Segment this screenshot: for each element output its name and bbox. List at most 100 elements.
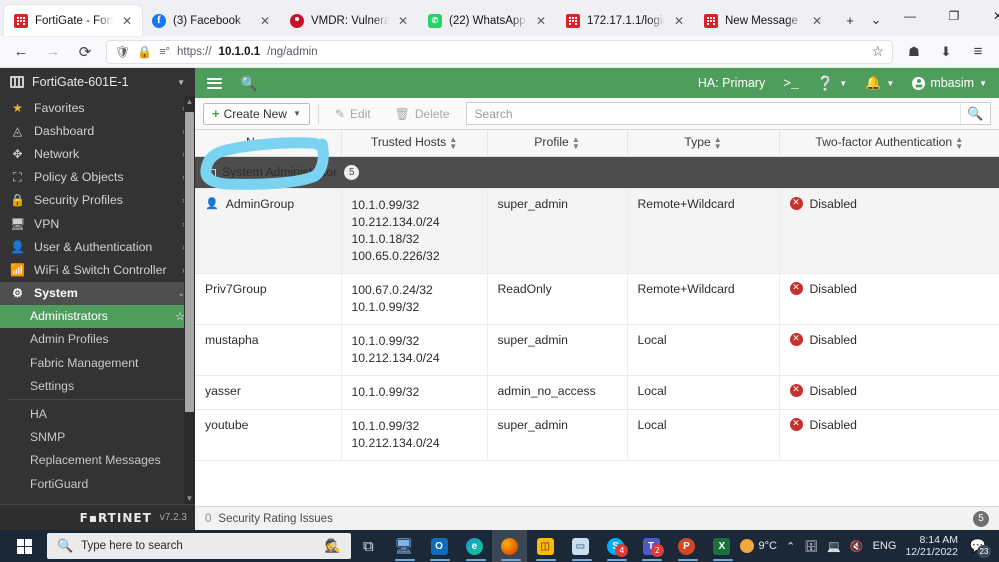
- sidebar-item-dashboard[interactable]: ◬ Dashboard ›: [0, 119, 195, 142]
- search-input[interactable]: [467, 103, 960, 124]
- hamburger-icon[interactable]: [207, 78, 222, 89]
- new-tab-button[interactable]: +: [838, 8, 862, 32]
- lock-warning-icon[interactable]: 🔒: [137, 45, 152, 59]
- close-icon[interactable]: ✕: [534, 15, 548, 27]
- cell-name[interactable]: youtube: [195, 409, 341, 460]
- column-header-trusted-hosts[interactable]: Trusted Hosts▲▼: [341, 130, 487, 156]
- delete-button[interactable]: 🗑 Delete: [387, 103, 458, 125]
- table-row[interactable]: mustapha 10.1.0.99/32 10.212.134.0/24 su…: [195, 324, 999, 375]
- tray-expand-icon[interactable]: ⌃: [786, 540, 795, 553]
- cli-console-icon[interactable]: >_: [783, 76, 799, 91]
- browser-tab-0[interactable]: FortiGate - FortiGate-601E-1 ✕: [4, 5, 142, 36]
- help-icon[interactable]: ❔▼: [817, 75, 847, 92]
- cell-name[interactable]: mustapha: [195, 324, 341, 375]
- table-row[interactable]: Priv7Group 100.67.0.24/32 10.1.0.99/32 R…: [195, 273, 999, 324]
- table-row[interactable]: youtube 10.1.0.99/32 10.212.134.0/24 sup…: [195, 409, 999, 460]
- column-header-profile[interactable]: Profile▲▼: [487, 130, 627, 156]
- sort-icon[interactable]: ▲▼: [449, 136, 457, 150]
- collapse-icon[interactable]: −: [205, 169, 216, 180]
- volume-muted-icon[interactable]: 🔇: [850, 540, 864, 553]
- sidebar-item-wifi-switch-controller[interactable]: 📶 WiFi & Switch Controller ›: [0, 258, 195, 281]
- sidebar-item-fortiguard[interactable]: FortiGuard: [0, 472, 195, 495]
- search-icon[interactable]: 🔍: [960, 103, 990, 124]
- chevron-down-icon[interactable]: ⌄: [864, 8, 888, 32]
- cortana-icon[interactable]: 🕵: [324, 538, 340, 554]
- sidebar-scrollbar[interactable]: ▲ ▼: [184, 96, 195, 504]
- firefox-icon[interactable]: [492, 530, 527, 562]
- file-explorer-icon[interactable]: ◫: [527, 530, 562, 562]
- taskbar-clock[interactable]: 8:14 AM 12/21/2022: [905, 534, 958, 558]
- close-icon[interactable]: ✕: [672, 15, 686, 27]
- network-icon[interactable]: 💻: [827, 540, 841, 553]
- weather-widget[interactable]: 9°C: [740, 539, 777, 553]
- browser-tab-4[interactable]: 172.17.1.1/login?redir ✕: [556, 5, 694, 36]
- edge-icon[interactable]: e: [457, 530, 492, 562]
- minimize-button[interactable]: —: [888, 0, 932, 31]
- sidebar-item-snmp[interactable]: SNMP: [0, 426, 195, 449]
- skype-icon[interactable]: S 4: [598, 530, 633, 562]
- outlook-icon[interactable]: O: [421, 530, 456, 562]
- close-icon[interactable]: ✕: [810, 15, 824, 27]
- scroll-down-icon[interactable]: ▼: [184, 493, 195, 504]
- column-header-name[interactable]: Name▲▼: [195, 130, 341, 156]
- scroll-up-icon[interactable]: ▲: [184, 96, 195, 107]
- sidebar-item-policy-objects[interactable]: ⛶ Policy & Objects ›: [0, 166, 195, 189]
- sidebar-item-system[interactable]: ⚙ System ⌄: [0, 282, 195, 305]
- sidebar-item-settings[interactable]: Settings: [0, 374, 195, 397]
- reload-icon[interactable]: ⟳: [70, 39, 100, 65]
- download-icon[interactable]: ⬇: [931, 39, 961, 65]
- create-new-button[interactable]: + Create New ▼: [203, 103, 310, 125]
- sidebar-item-network[interactable]: ✥ Network ›: [0, 142, 195, 165]
- url-bar[interactable]: 🛡 🔒 ≡° https://10.1.0.1/ng/admin ☆: [106, 40, 893, 64]
- user-menu[interactable]: mbasim ▼: [912, 76, 987, 90]
- sidebar-item-favorites[interactable]: ★ Favorites ›: [0, 96, 195, 119]
- table-row[interactable]: yasser 10.1.0.99/32 admin_no_access Loca…: [195, 375, 999, 409]
- back-icon[interactable]: ←: [6, 39, 36, 65]
- security-rating-label[interactable]: Security Rating Issues: [218, 513, 332, 525]
- sidebar-item-replacement-messages[interactable]: Replacement Messages: [0, 449, 195, 472]
- column-header-type[interactable]: Type▲▼: [627, 130, 779, 156]
- sort-icon[interactable]: ▲▼: [282, 136, 290, 150]
- action-center-icon[interactable]: 💬 23: [967, 535, 989, 557]
- browser-tab-2[interactable]: VMDR: Vulnerability D ✕: [280, 5, 418, 36]
- group-row-system-administrator[interactable]: −System Administrator5: [195, 156, 999, 188]
- usb-icon[interactable]: 🗄: [804, 540, 818, 553]
- device-selector[interactable]: FortiGate-601E-1 ▼: [0, 68, 195, 96]
- edit-button[interactable]: ✎ Edit: [327, 103, 379, 125]
- sidebar-item-fabric-management[interactable]: Fabric Management: [0, 351, 195, 374]
- browser-tab-1[interactable]: f (3) Facebook ✕: [142, 5, 280, 36]
- sort-icon[interactable]: ▲▼: [714, 136, 722, 150]
- sort-icon[interactable]: ▲▼: [955, 136, 963, 150]
- task-view-icon[interactable]: ⧉: [351, 530, 386, 562]
- cell-name[interactable]: yasser: [195, 375, 341, 409]
- browser-tab-5[interactable]: New Message - Fortin ✕: [694, 5, 832, 36]
- excel-icon[interactable]: X: [704, 530, 739, 562]
- sidebar-item-admin-profiles[interactable]: Admin Profiles: [0, 328, 195, 351]
- close-icon[interactable]: ✕: [258, 15, 272, 27]
- sort-icon[interactable]: ▲▼: [572, 136, 580, 150]
- maximize-button[interactable]: ❐: [932, 0, 976, 31]
- close-icon[interactable]: ✕: [120, 15, 134, 27]
- bookmark-star-icon[interactable]: ☆: [871, 43, 884, 60]
- sidebar-item-ha[interactable]: HA: [0, 402, 195, 425]
- forward-icon[interactable]: →: [38, 39, 68, 65]
- windows-start-icon[interactable]: [4, 530, 45, 562]
- teams-icon[interactable]: T 2: [633, 530, 668, 562]
- language-indicator[interactable]: ENG: [873, 540, 897, 552]
- browser-menu-icon[interactable]: ≡: [963, 39, 993, 65]
- cell-name[interactable]: 👤 AdminGroup: [195, 188, 341, 273]
- window-close-button[interactable]: ✕: [976, 0, 999, 31]
- sidebar-item-administrators[interactable]: Administrators ☆: [0, 305, 195, 328]
- table-row[interactable]: 👤 AdminGroup 10.1.0.99/32 10.212.134.0/2…: [195, 188, 999, 273]
- chevron-down-icon[interactable]: ▼: [177, 78, 185, 87]
- search-icon[interactable]: 🔍: [240, 75, 257, 92]
- taskbar-search-box[interactable]: 🔍 Type here to search 🕵: [47, 533, 351, 559]
- sidebar-item-user-authentication[interactable]: 👤 User & Authentication ›: [0, 235, 195, 258]
- column-header-two-factor[interactable]: Two-factor Authentication▲▼: [779, 130, 999, 156]
- search-box[interactable]: 🔍: [466, 102, 991, 125]
- remote-desktop-icon[interactable]: 🖥: [386, 530, 421, 562]
- scrollbar-track[interactable]: [184, 107, 195, 493]
- close-icon[interactable]: ✕: [396, 15, 410, 27]
- permissions-icon[interactable]: ≡°: [159, 46, 170, 58]
- cell-name[interactable]: Priv7Group: [195, 273, 341, 324]
